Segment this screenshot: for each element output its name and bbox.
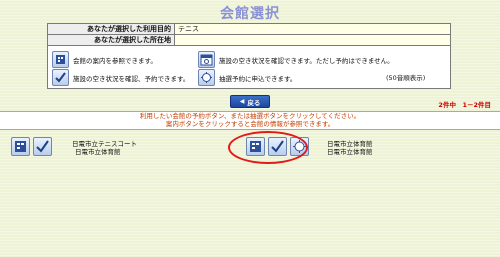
area-value (174, 34, 451, 46)
area-label: あなたが選択した所在地 (47, 34, 175, 46)
legend-reserve-text: 施設の空き状況を確認、予約できます。 (73, 74, 190, 83)
legend-lottery-text: 抽選予約に申込できます。 (219, 74, 297, 83)
legend-guide-text: 会館の案内を参照できます。 (73, 56, 157, 65)
building-guide-icon (52, 51, 69, 68)
purpose-label: あなたが選択した利用目的 (47, 23, 175, 35)
highlight-ellipse (228, 131, 308, 164)
result-1-actions (11, 137, 55, 156)
back-button[interactable]: ◀ 戻る (230, 95, 270, 108)
legend-vacancy-text: 施設の空き状況を確認できます。ただし予約はできません。 (219, 56, 394, 65)
result-2-name: 日電市立体育館 日電市立体育館 (327, 140, 373, 156)
legend-vacancy: 施設の空き状況を確認できます。ただし予約はできません。 (198, 51, 394, 68)
result-count: 2件中 1－2件目 (438, 101, 491, 109)
lottery-icon (198, 69, 215, 86)
instructions-box: 利用したい会館の予約ボタン、または抽選ボタンをクリックしてください。 案内ボタン… (0, 111, 500, 130)
calendar-vacancy-icon (198, 51, 215, 68)
legend-lottery: 抽選予約に申込できます。 (198, 69, 296, 86)
order-note: (50音順表示) (386, 74, 426, 82)
instructions-line-1: 利用したい会館の予約ボタン、または抽選ボタンをクリックしてください。 (139, 112, 361, 120)
result-1-name: 日電市立テニスコート 日電市立体育館 (72, 140, 137, 156)
legend-reserve: 施設の空き状況を確認、予約できます。 (52, 69, 189, 86)
instructions-line-2: 案内ボタンをクリックすると会館の情報が参照できます。 (165, 120, 335, 128)
legend-guide: 会館の案内を参照できます。 (52, 51, 157, 68)
checkmark-reserve-icon[interactable] (33, 137, 52, 156)
building-guide-icon[interactable] (11, 137, 30, 156)
selection-info-table: あなたが選択した利用目的 テニス あなたが選択した所在地 (47, 23, 451, 46)
back-button-label: 戻る (247, 98, 261, 107)
checkmark-reserve-icon (52, 69, 69, 86)
back-arrow-icon: ◀ (239, 98, 245, 105)
icon-legend: 会館の案内を参照できます。 施設の空き状況を確認できます。ただし予約はできません… (47, 45, 451, 89)
purpose-value: テニス (174, 23, 451, 35)
page-title: 会館選択 (220, 6, 280, 22)
